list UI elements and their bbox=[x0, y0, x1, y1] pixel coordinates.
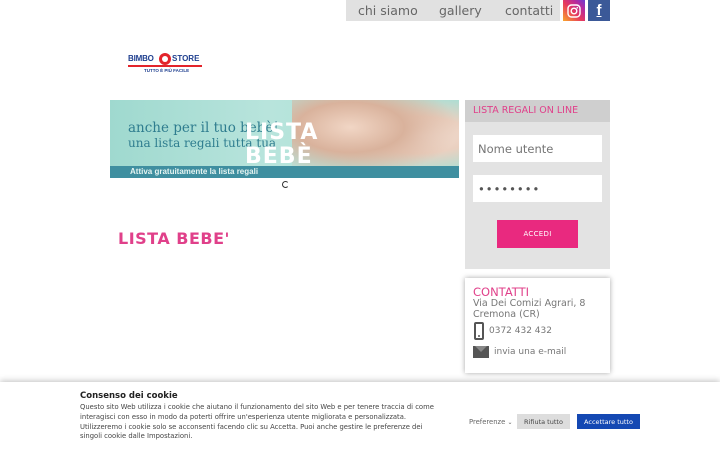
nav-chi-siamo[interactable]: chi siamo bbox=[358, 3, 418, 18]
cookie-text: Questo sito Web utilizza i cookie che ai… bbox=[80, 403, 434, 441]
logo-text-bimbo: BIMBO bbox=[128, 54, 154, 63]
cookie-title: Consenso dei cookie bbox=[80, 391, 178, 401]
chevron-down-icon: ⌄ bbox=[507, 419, 513, 426]
cookie-preferences-label: Preferenze bbox=[469, 418, 506, 426]
logo-tagline: TUTTO È PIÙ FACILE bbox=[144, 68, 190, 73]
page: chi siamo gallery contatti f BIMBO STORE… bbox=[0, 0, 720, 450]
instagram-glyph-icon bbox=[567, 3, 581, 18]
contacts-title: CONTATTI bbox=[473, 285, 530, 299]
email-link[interactable]: invia una e-mail bbox=[494, 347, 566, 357]
top-navigation: chi siamo gallery contatti bbox=[346, 0, 560, 21]
banner-strip: Attiva gratuitamente la lista regali bbox=[110, 166, 459, 178]
cookie-preferences-button[interactable]: Preferenze ⌄ bbox=[469, 418, 512, 426]
logo-text-store: STORE bbox=[172, 54, 200, 63]
login-panel-title: LISTA REGALI ON LINE bbox=[465, 100, 610, 122]
facebook-icon[interactable]: f bbox=[588, 0, 610, 21]
address-line-2: Cremona (CR) bbox=[473, 309, 540, 320]
nav-gallery[interactable]: gallery bbox=[439, 3, 482, 18]
username-input[interactable] bbox=[473, 135, 602, 162]
mail-icon bbox=[473, 346, 489, 358]
address-line-1: Via Dei Comizi Agrari, 8 bbox=[473, 298, 586, 309]
page-title: LISTA BEBE' bbox=[118, 229, 230, 248]
loading-spinner-icon bbox=[282, 181, 289, 188]
banner-title-lista: LISTA bbox=[245, 120, 319, 145]
bimbostore-logo[interactable]: BIMBO STORE TUTTO È PIÙ FACILE bbox=[128, 53, 204, 77]
nav-contatti[interactable]: contatti bbox=[505, 3, 553, 18]
phone-icon bbox=[474, 322, 484, 340]
logo-underline bbox=[128, 65, 202, 67]
banner-strip-text: Attiva gratuitamente la lista regali bbox=[130, 167, 259, 176]
contacts-box: CONTATTI Via Dei Comizi Agrari, 8 Cremon… bbox=[465, 278, 610, 373]
login-panel: LISTA REGALI ON LINE ACCEDI bbox=[465, 100, 610, 269]
cookie-accept-button[interactable]: Accettare tutto bbox=[577, 414, 640, 429]
cookie-consent-bar: Consenso dei cookie Questo sito Web util… bbox=[0, 382, 720, 450]
instagram-icon[interactable] bbox=[563, 0, 585, 21]
phone-number[interactable]: 0372 432 432 bbox=[489, 326, 552, 336]
login-button[interactable]: ACCEDI bbox=[497, 220, 578, 248]
heart-icon bbox=[159, 53, 171, 65]
cookie-reject-button[interactable]: Rifiuta tutto bbox=[517, 414, 570, 429]
lista-bebe-banner[interactable]: anche per il tuo bebè! una lista regali … bbox=[110, 100, 459, 178]
password-input[interactable] bbox=[473, 175, 602, 202]
